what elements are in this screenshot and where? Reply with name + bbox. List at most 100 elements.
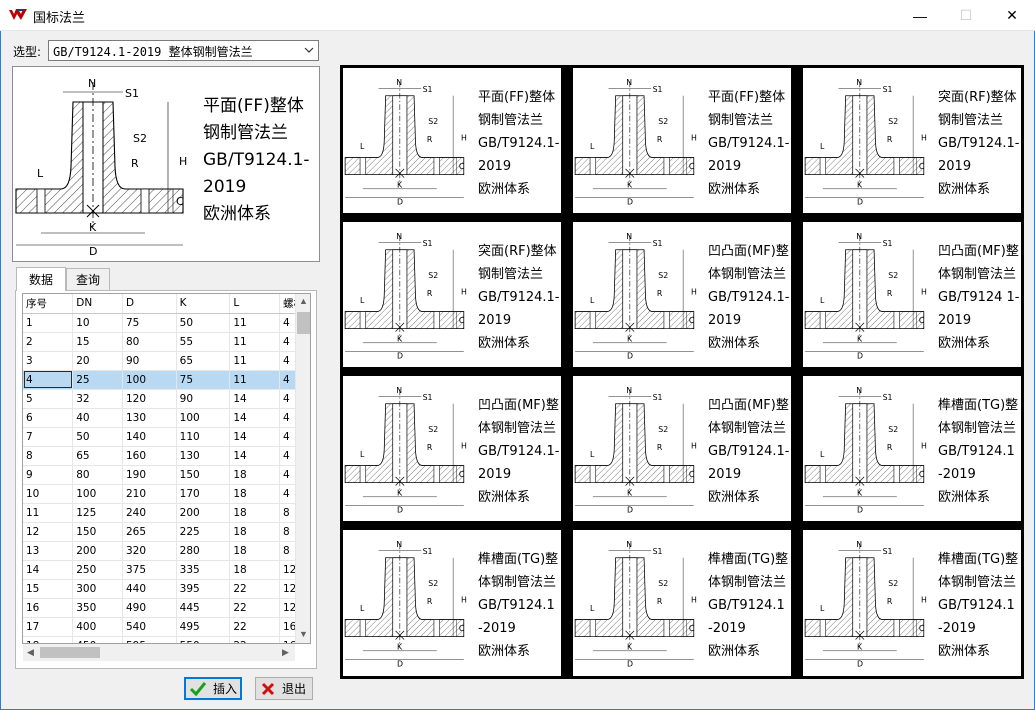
table-cell[interactable]: 120	[122, 389, 177, 409]
table-cell[interactable]: 14	[23, 560, 74, 580]
table-cell[interactable]: 90	[176, 389, 231, 409]
table-row[interactable]: 2 15 80 55 11 4	[23, 332, 310, 352]
table-cell[interactable]: 11	[229, 370, 280, 390]
table-cell[interactable]: 18	[229, 560, 280, 580]
table-cell[interactable]: 55	[176, 332, 231, 352]
table-cell[interactable]: 200	[176, 503, 231, 523]
vertical-scroll-thumb[interactable]	[297, 312, 310, 334]
column-header[interactable]: K	[176, 294, 231, 314]
table-cell[interactable]: 13	[23, 541, 74, 561]
vertical-scrollbar[interactable]: ▲ ▼	[295, 294, 310, 643]
table-cell[interactable]: 11	[229, 313, 280, 333]
table-cell[interactable]: 80	[72, 465, 123, 485]
data-table[interactable]: 序号 DN D K L 螺栓 1 10 75 50 11 4 2 15 80 55 11 4 3 20 90…	[22, 293, 311, 644]
table-cell[interactable]: 18	[23, 636, 74, 643]
table-cell[interactable]: 50	[176, 313, 231, 333]
table-cell[interactable]: 130	[122, 408, 177, 428]
table-cell[interactable]: 15	[72, 332, 123, 352]
flange-thumbnail[interactable]: N S1 S2 R H L C K D 榫槽面(TG)整 体钢制管法兰 GB/T9124.1 -2019…	[573, 530, 791, 676]
table-cell[interactable]: 20	[72, 351, 123, 371]
flange-thumbnail[interactable]: N S1 S2 R H L C K D 凹凸面(MF)整 体钢制管法兰 GB/T9124.1- 2019…	[343, 376, 561, 521]
table-cell[interactable]: 110	[176, 427, 231, 447]
table-cell[interactable]: 90	[122, 351, 177, 371]
scroll-left-icon[interactable]: ◀	[27, 647, 34, 658]
table-cell[interactable]: 11	[229, 351, 280, 371]
table-row[interactable]: 184505955502216	[23, 636, 310, 643]
exit-button[interactable]: 退出	[255, 677, 313, 700]
table-cell[interactable]: 300	[72, 579, 123, 599]
table-cell[interactable]: 14	[229, 408, 280, 428]
table-row[interactable]: 6 40 130 100 14 4	[23, 408, 310, 428]
flange-thumbnail[interactable]: N S1 S2 R H L C K D 榫槽面(TG)整 体钢制管法兰 GB/T9124.1 -2019…	[803, 530, 1021, 676]
table-cell[interactable]: 22	[229, 598, 280, 618]
table-row[interactable]: 14 250 375 335 18 12	[23, 560, 310, 580]
table-cell[interactable]: 25	[72, 370, 123, 390]
table-cell[interactable]: 14	[229, 446, 280, 466]
table-cell[interactable]: 17	[23, 617, 74, 637]
insert-button[interactable]: 插入	[184, 677, 242, 700]
column-header[interactable]: D	[122, 294, 177, 314]
horizontal-scrollbar[interactable]: ◀ ▶	[23, 644, 295, 661]
table-cell[interactable]: 200	[72, 541, 123, 561]
type-selector[interactable]: GB/T9124.1-2019 整体钢制管法兰	[48, 40, 319, 61]
flange-thumbnail[interactable]: N S1 S2 R H L C K D 凹凸面(MF)整 体钢制管法兰 GB/T9124 1- 2019…	[803, 222, 1021, 367]
table-cell[interactable]: 65	[176, 351, 231, 371]
table-cell[interactable]: 490	[122, 598, 177, 618]
table-cell[interactable]: 22	[229, 617, 280, 637]
table-cell[interactable]: 375	[122, 560, 177, 580]
table-cell[interactable]: 16	[23, 598, 74, 618]
table-row[interactable]: 9 80 190 150 18 4	[23, 465, 310, 485]
table-cell[interactable]: 8	[23, 446, 74, 466]
table-cell[interactable]: 14	[229, 427, 280, 447]
table-cell[interactable]: 225	[176, 522, 231, 542]
table-cell[interactable]: 11	[229, 332, 280, 352]
table-cell[interactable]: 4	[23, 370, 74, 390]
table-cell[interactable]: 10	[23, 484, 74, 504]
table-cell[interactable]: 5	[23, 389, 74, 409]
table-cell[interactable]: 335	[176, 560, 231, 580]
flange-thumbnail[interactable]: N S1 S2 R H L C K D 突面(RF)整体 钢制管法兰 GB/T9124.1- 2019 欧…	[803, 68, 1021, 213]
scroll-down-icon[interactable]: ▼	[299, 629, 308, 639]
table-row[interactable]: 10 100 210 170 18 4	[23, 484, 310, 504]
table-cell[interactable]: 40	[72, 408, 123, 428]
table-cell[interactable]: 18	[229, 484, 280, 504]
table-cell[interactable]: 140	[122, 427, 177, 447]
tab-query[interactable]: 查询	[66, 268, 110, 290]
table-cell[interactable]: 18	[229, 465, 280, 485]
scroll-right-icon[interactable]: ▶	[282, 647, 289, 658]
table-row[interactable]: 8 65 160 130 14 4	[23, 446, 310, 466]
column-header[interactable]: DN	[72, 294, 123, 314]
table-cell[interactable]: 350	[72, 598, 123, 618]
column-header[interactable]: 序号	[23, 294, 74, 314]
table-cell[interactable]: 32	[72, 389, 123, 409]
table-cell[interactable]: 22	[229, 579, 280, 599]
tab-data[interactable]: 数据	[16, 267, 66, 291]
table-cell[interactable]: 150	[72, 522, 123, 542]
table-cell[interactable]: 9	[23, 465, 74, 485]
table-cell[interactable]: 495	[176, 617, 231, 637]
table-row[interactable]: 12 150 265 225 18 8	[23, 522, 310, 542]
table-row[interactable]: 17 400 540 495 22 16	[23, 617, 310, 637]
table-cell[interactable]: 14	[229, 389, 280, 409]
table-cell[interactable]: 320	[122, 541, 177, 561]
column-header[interactable]: L	[229, 294, 280, 314]
table-cell[interactable]: 12	[23, 522, 74, 542]
table-cell[interactable]: 445	[176, 598, 231, 618]
table-cell[interactable]: 395	[176, 579, 231, 599]
table-row[interactable]: 11 125 240 200 18 8	[23, 503, 310, 523]
table-cell[interactable]: 10	[72, 313, 123, 333]
table-cell[interactable]: 170	[176, 484, 231, 504]
table-cell[interactable]: 3	[23, 351, 74, 371]
flange-thumbnail[interactable]: N S1 S2 R H L C K D 平面(FF)整体 钢制管法兰 GB/T9124.1- 2019 欧…	[343, 68, 561, 213]
table-row[interactable]: 13 200 320 280 18 8	[23, 541, 310, 561]
table-row[interactable]: 15 300 440 395 22 12	[23, 579, 310, 599]
table-cell[interactable]: 50	[72, 427, 123, 447]
table-row[interactable]: 5 32 120 90 14 4	[23, 389, 310, 409]
table-cell[interactable]: 18	[229, 522, 280, 542]
table-row[interactable]: 3 20 90 65 11 4	[23, 351, 310, 371]
table-cell[interactable]: 450	[72, 636, 123, 643]
table-row[interactable]: 4 25 100 75 11 4	[23, 370, 310, 390]
table-cell[interactable]: 130	[176, 446, 231, 466]
table-row[interactable]: 7 50 140 110 14 4	[23, 427, 310, 447]
flange-thumbnail[interactable]: N S1 S2 R H L C K D 凹凸面(MF)整 体钢制管法兰 GB/T9124.1- 2019…	[573, 222, 791, 367]
